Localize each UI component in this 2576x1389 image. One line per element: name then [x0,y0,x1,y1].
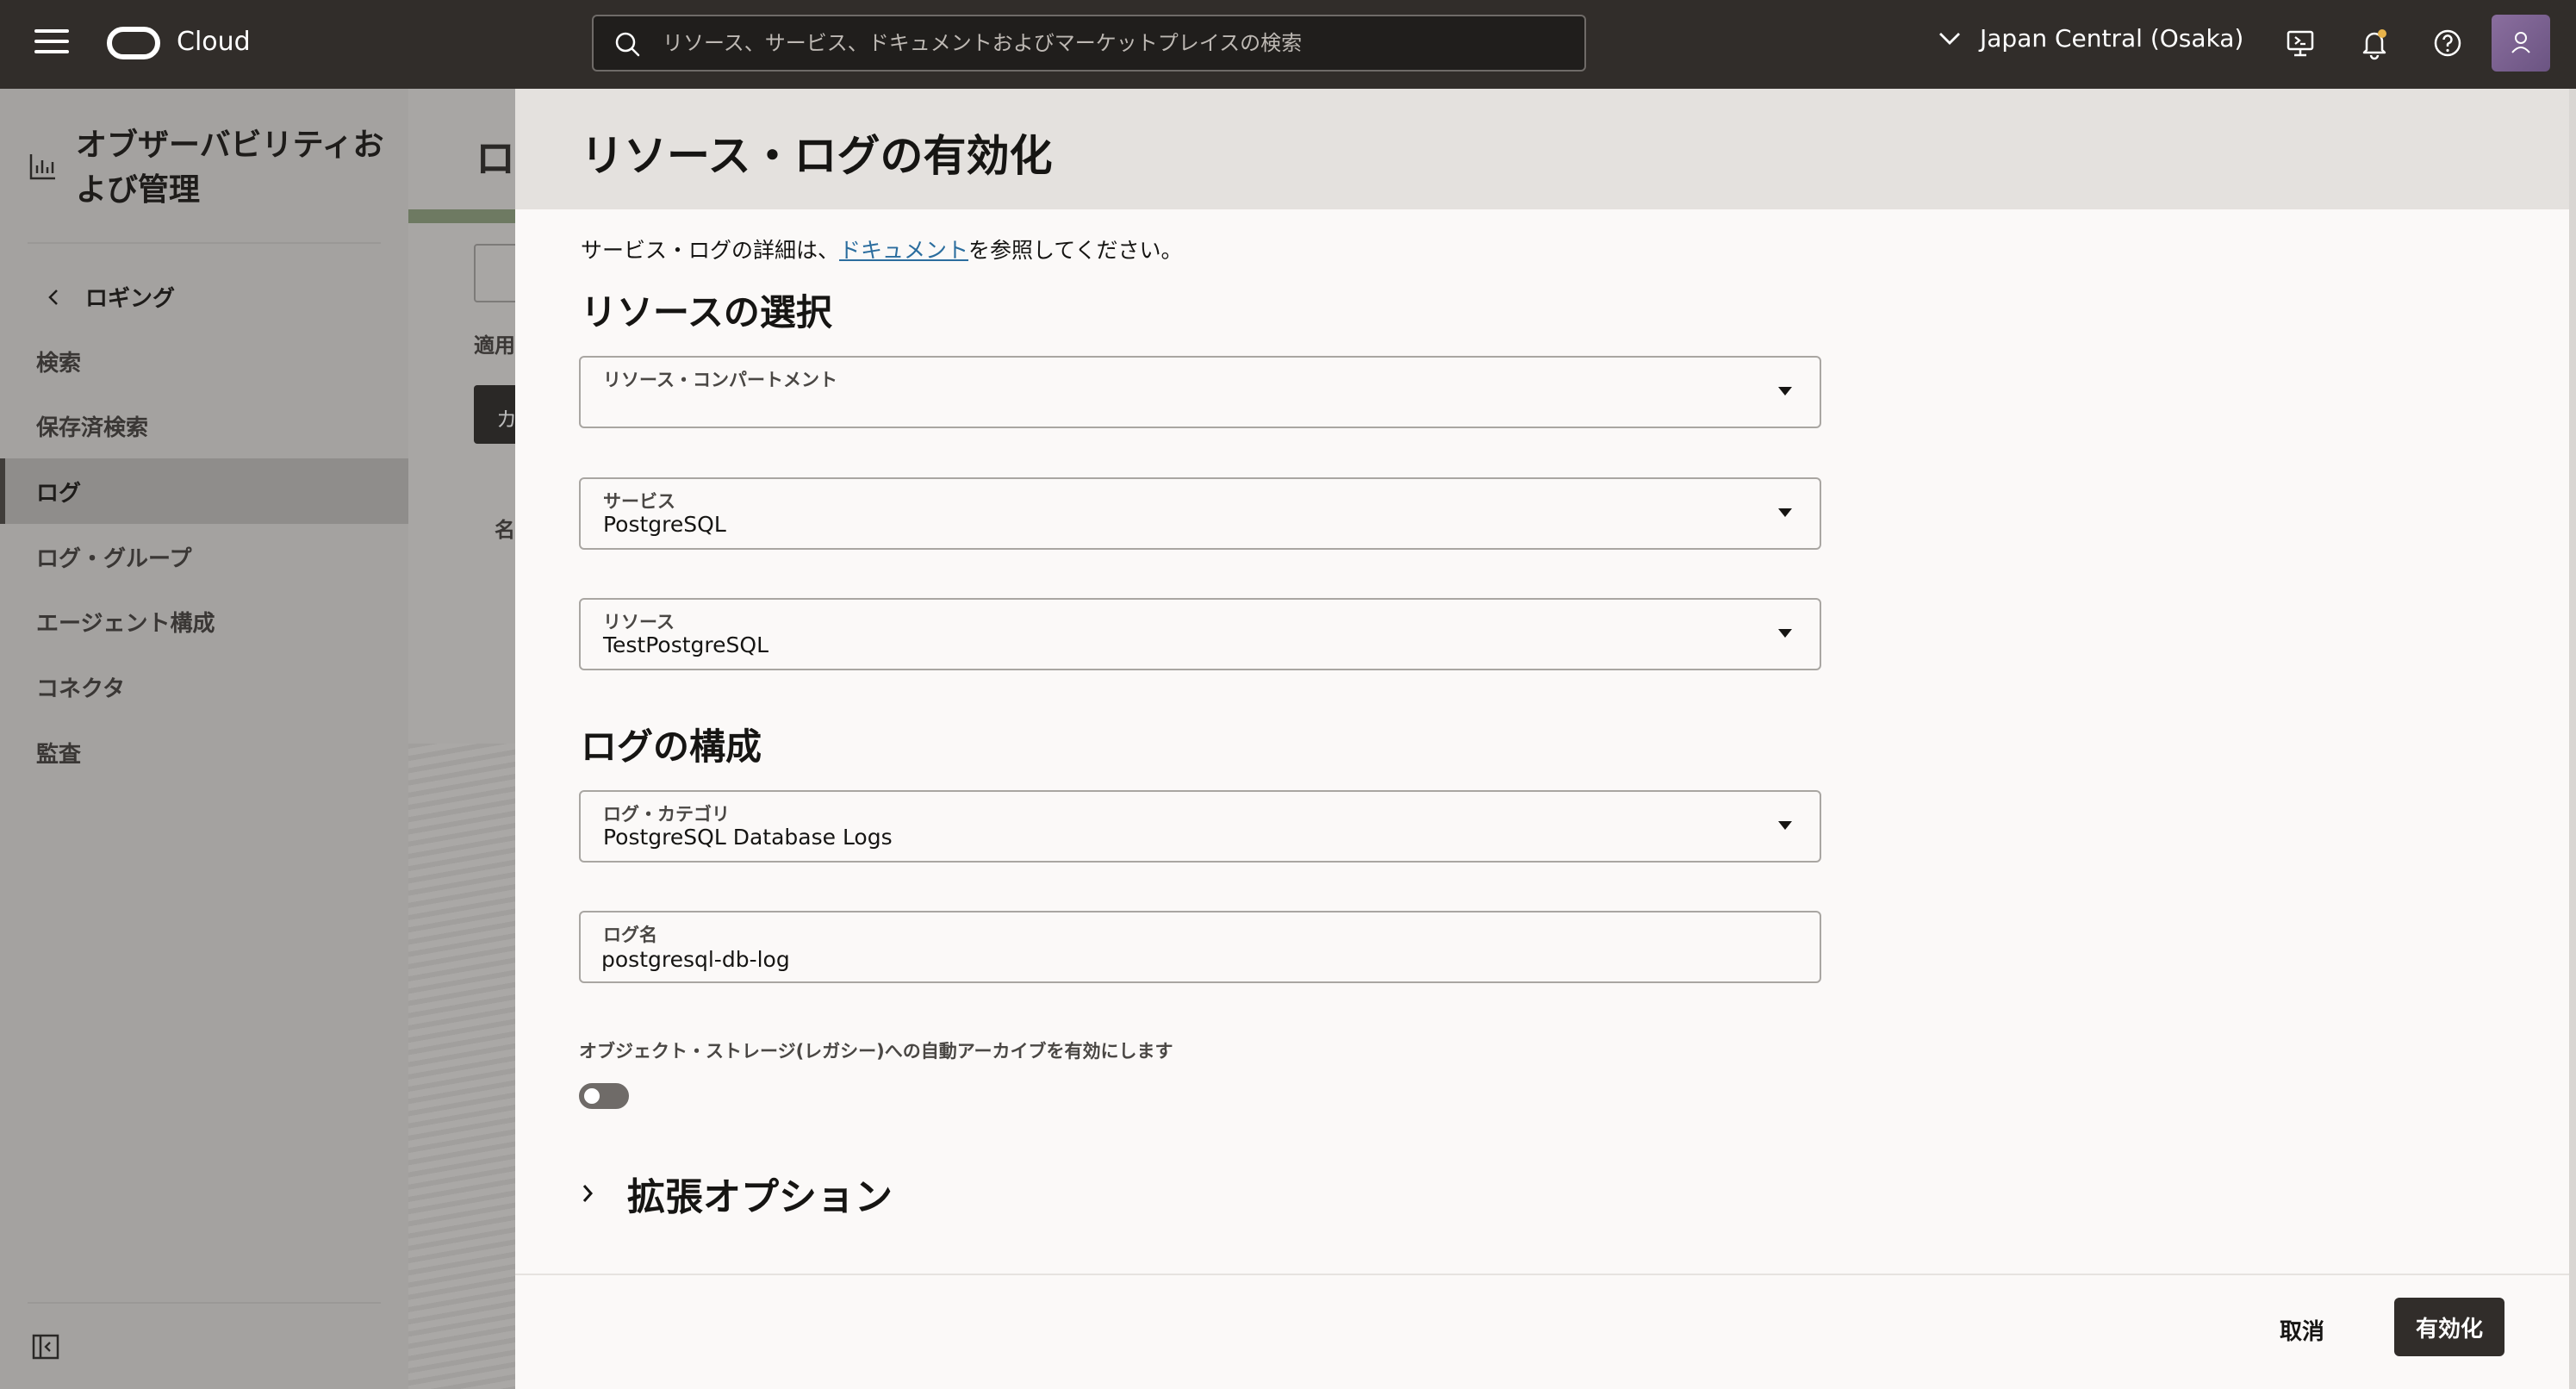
user-avatar[interactable] [2492,15,2550,72]
brand-name[interactable]: Cloud [177,27,251,57]
background-page-title: ロ [476,135,515,182]
enable-button[interactable]: 有効化 [2394,1298,2504,1356]
advanced-options-label: 拡張オプション [627,1175,893,1219]
sidebar: オブザーバビリティおよび管理 ロギング 検索 保存済検索 ログ ログ・グループ … [0,89,408,1389]
log-name-field[interactable]: ログ名 [579,911,1821,983]
drawer-scrollbar[interactable] [2569,89,2576,1389]
log-name-input[interactable] [601,942,1790,976]
sidebar-divider [28,242,381,244]
dropdown-arrow-icon [1778,387,1792,396]
resource-compartment-select[interactable]: リソース・コンパートメント [579,356,1821,428]
chevron-down-icon [1939,32,1960,45]
toggle-knob [584,1088,600,1104]
documentation-link[interactable]: ドキュメント [839,238,968,263]
log-section-title: ログの構成 [581,726,762,768]
background-page: ロ 適用 カ 名 [408,89,517,1389]
archive-toggle[interactable] [579,1083,629,1109]
menu-icon[interactable] [34,29,69,59]
user-icon [2511,32,2530,53]
sidebar-back-link[interactable]: ロギング [47,281,175,313]
top-header: Cloud Japan Central (Osaka) [0,0,2576,89]
log-category-label: ログ・カテゴリ [603,804,730,825]
region-selector[interactable]: Japan Central (Osaka) [1938,24,2243,53]
log-category-value: PostgreSQL Database Logs [603,825,893,850]
drawer-header: リソース・ログの有効化 [515,89,2576,209]
service-value: PostgreSQL [603,512,726,537]
sidebar-title: オブザーバビリティおよび管理 [76,128,384,208]
resource-section-title: リソースの選択 [581,291,832,333]
background-button: カ [474,385,517,444]
background-search-field [474,244,517,302]
notification-bell-icon[interactable] [2357,26,2392,60]
intro-suffix: を参照してください。 [968,238,1183,263]
oracle-logo-icon[interactable] [107,27,160,59]
intro-prefix: サービス・ログの詳細は、 [581,238,840,263]
sidebar-item-search[interactable]: 検索 [0,328,408,394]
sidebar-item-audit[interactable]: 監査 [0,719,408,785]
chevron-right-icon [582,1185,594,1202]
dropdown-arrow-icon [1778,508,1792,517]
cloud-shell-icon[interactable] [2283,26,2318,60]
sidebar-item-log-groups[interactable]: ログ・グループ [0,524,408,589]
resource-value: TestPostgreSQL [603,632,768,657]
sidebar-item-agent-config[interactable]: エージェント構成 [0,589,408,654]
resource-compartment-label: リソース・コンパートメント [603,370,837,390]
intro-text: サービス・ログの詳細は、ドキュメントを参照してください。 [581,234,1183,265]
service-select[interactable]: サービス PostgreSQL [579,477,1821,550]
enable-resource-log-drawer: リソース・ログの有効化 サービス・ログの詳細は、ドキュメントを参照してください。… [515,89,2576,1389]
search-icon [615,32,640,57]
background-label: 適用 [474,333,515,358]
search-bar[interactable] [592,15,1586,72]
sidebar-back-label: ロギング [85,286,176,312]
advanced-options-expander[interactable]: 拡張オプション [581,1166,893,1221]
resource-label: リソース [603,612,675,632]
region-label: Japan Central (Osaka) [1980,24,2244,53]
help-icon[interactable] [2430,26,2465,60]
chevron-left-icon [48,289,58,305]
sidebar-bottom-divider [28,1302,381,1304]
collapse-sidebar-icon[interactable] [31,1333,60,1361]
resource-select[interactable]: リソース TestPostgreSQL [579,598,1821,670]
background-column-header: 名 [495,518,515,542]
service-label: サービス [603,491,675,512]
search-input[interactable] [663,16,1567,70]
observability-chart-icon [29,154,55,180]
sidebar-item-connectors[interactable]: コネクタ [0,654,408,719]
background-banner [408,209,517,223]
drawer-footer: 取消 有効化 [515,1274,2576,1389]
log-category-select[interactable]: ログ・カテゴリ PostgreSQL Database Logs [579,790,1821,863]
dropdown-arrow-icon [1778,821,1792,830]
sidebar-item-saved-searches[interactable]: 保存済検索 [0,393,408,458]
sidebar-item-logs[interactable]: ログ [0,458,408,524]
archive-toggle-label: オブジェクト・ストレージ(レガシー)への自動アーカイブを有効にします [579,1041,1173,1062]
drawer-title: リソース・ログの有効化 [581,131,1053,181]
dropdown-arrow-icon [1778,629,1792,638]
cancel-button[interactable]: 取消 [2280,1314,2324,1346]
background-pattern [408,744,517,1389]
